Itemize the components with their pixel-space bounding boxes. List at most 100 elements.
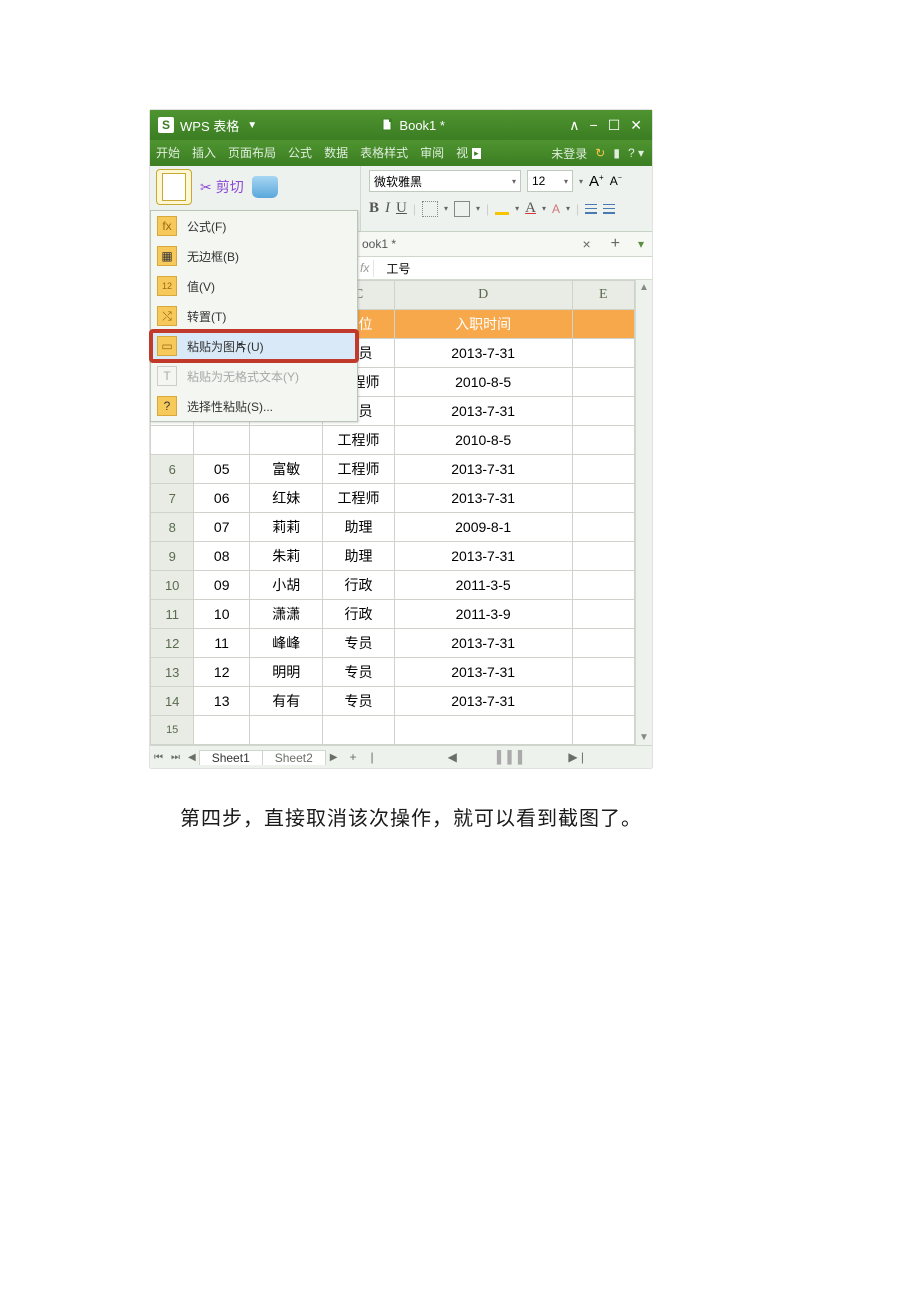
cell[interactable]: 2013-7-31 <box>394 397 572 426</box>
scroll-down-icon[interactable]: ▼ <box>639 732 649 743</box>
title-bar: S WPS 表格 ▼ Book1 * ∧ − ☐ ✕ <box>150 110 652 140</box>
table-row[interactable]: 807莉莉助理2009-8-1 <box>151 513 635 542</box>
paste-special-label: 选择性粘贴(S)... <box>187 398 273 415</box>
sheet-tab-bar: ⏮ ⏭ ◀ Sheet1 Sheet2 ▶ + | ◀ ▌▌▌ ▶ | <box>150 745 652 768</box>
menu-view[interactable]: 视 <box>450 140 474 166</box>
document-title: Book1 * <box>399 118 445 133</box>
sheet-nav-last-icon[interactable]: ⏭ <box>167 752 184 763</box>
table-row[interactable]: 1413有有专员2013-7-31 <box>151 687 635 716</box>
skin-icon[interactable]: ▮ <box>613 146 620 160</box>
close-icon[interactable]: ✕ <box>630 117 642 134</box>
merge-button[interactable] <box>454 201 470 217</box>
formula-value[interactable]: 工号 <box>373 260 422 277</box>
collapse-ribbon-icon[interactable]: ∧ <box>569 117 579 134</box>
vertical-scrollbar[interactable]: ▲ ▼ <box>635 280 652 745</box>
paste-as-picture-item[interactable]: ▭ 粘贴为图片(U) ↖ <box>151 331 357 361</box>
table-row[interactable]: 605富敏工程师2013-7-31 <box>151 455 635 484</box>
sync-icon[interactable]: ↻ <box>595 146 605 160</box>
picture-icon: ▭ <box>157 336 177 356</box>
increase-indent-icon[interactable] <box>603 204 615 214</box>
menu-formulas[interactable]: 公式 <box>282 140 318 166</box>
transpose-icon: ⤭ <box>157 306 177 326</box>
app-logo-icon: S <box>158 117 174 133</box>
paste-no-border-label: 无边框(B) <box>187 248 239 265</box>
restore-icon[interactable]: ☐ <box>608 117 621 134</box>
table-row[interactable]: 1312明明专员2013-7-31 <box>151 658 635 687</box>
document-icon <box>381 118 395 132</box>
scroll-up-icon[interactable]: ▲ <box>639 282 649 293</box>
cell[interactable]: 工程师 <box>323 426 394 455</box>
bold-button[interactable]: B <box>369 200 379 217</box>
cut-label: 剪切 <box>216 177 244 197</box>
cell[interactable]: 2013-7-31 <box>394 339 572 368</box>
cell[interactable]: 2010-8-5 <box>394 368 572 397</box>
menu-home[interactable]: 开始 <box>150 140 186 166</box>
sheet-nav-first-icon[interactable]: ⏮ <box>150 752 167 763</box>
expand-panel-icon[interactable]: ▾ <box>630 237 652 251</box>
formula-icon: fx <box>157 216 177 236</box>
font-size-value: 12 <box>532 174 545 188</box>
close-tab-icon[interactable]: × <box>572 236 600 252</box>
paste-transpose-item[interactable]: ⤭ 转置(T) <box>151 301 357 331</box>
cell[interactable]: 2010-8-5 <box>394 426 572 455</box>
col-header-e[interactable]: E <box>572 281 634 310</box>
menu-table-style[interactable]: 表格样式 <box>354 140 414 166</box>
col-header-d[interactable]: D <box>394 281 572 310</box>
text-icon: T <box>157 366 177 386</box>
app-menu-dropdown[interactable]: ▼ <box>247 120 257 131</box>
hscroll-thumb[interactable]: ▌▌▌ <box>497 750 529 764</box>
document-tab[interactable]: ook1 * <box>356 237 402 251</box>
menu-review[interactable]: 审阅 <box>414 140 450 166</box>
menu-insert[interactable]: 插入 <box>186 140 222 166</box>
paste-special-icon: ? <box>157 396 177 416</box>
menu-page-layout[interactable]: 页面布局 <box>222 140 282 166</box>
font-name-value: 微软雅黑 <box>374 173 422 190</box>
wps-spreadsheet-window: S WPS 表格 ▼ Book1 * ∧ − ☐ ✕ 开始 插入 页面布局 公式 <box>150 110 652 768</box>
font-name-select[interactable]: 微软雅黑▾ <box>369 170 521 192</box>
sheet-tab[interactable]: Sheet2 <box>262 750 326 765</box>
table-row[interactable]: 工程师 2010-8-5 <box>151 426 635 455</box>
format-painter-icon[interactable] <box>252 176 278 198</box>
font-size-select[interactable]: 12▾ <box>527 170 573 192</box>
new-tab-icon[interactable]: + <box>601 235 630 253</box>
hscroll-right-icon[interactable]: ▶ | <box>568 750 584 764</box>
help-icon[interactable]: ? ▾ <box>628 146 644 160</box>
hscroll-left-icon[interactable]: ◀ <box>448 750 457 764</box>
add-sheet-icon[interactable]: + <box>342 750 365 764</box>
italic-button[interactable]: I <box>385 200 390 217</box>
paste-no-border-item[interactable]: ▦ 无边框(B) <box>151 241 357 271</box>
font-color-button[interactable]: A <box>525 200 536 217</box>
menu-more-badge[interactable]: ▸ <box>472 148 481 159</box>
fx-icon[interactable]: fx <box>356 261 373 275</box>
sheet-tab[interactable]: Sheet1 <box>199 750 263 765</box>
minimize-icon[interactable]: − <box>590 117 598 134</box>
increase-font-icon[interactable]: A+ <box>589 173 604 190</box>
paste-formula-label: 公式(F) <box>187 218 226 235</box>
paste-special-item[interactable]: ? 选择性粘贴(S)... <box>151 391 357 421</box>
decrease-indent-icon[interactable] <box>585 204 597 214</box>
table-row[interactable]: 15 <box>151 716 635 745</box>
clear-format-button[interactable]: A <box>552 202 560 216</box>
table-row[interactable]: 706红妹工程师2013-7-31 <box>151 484 635 513</box>
menu-bar: 开始 插入 页面布局 公式 数据 表格样式 审阅 视 ▸ 未登录 ↻ ▮ ? ▾ <box>150 140 652 166</box>
paste-value-item[interactable]: 12 值(V) <box>151 271 357 301</box>
fill-color-button[interactable] <box>495 202 509 215</box>
table-row[interactable]: 1211峰峰专员2013-7-31 <box>151 629 635 658</box>
app-name: WPS 表格 <box>180 116 239 135</box>
paste-plain-text-label: 粘贴为无格式文本(Y) <box>187 368 299 385</box>
paste-value-label: 值(V) <box>187 278 215 295</box>
table-row[interactable]: 908朱莉助理2013-7-31 <box>151 542 635 571</box>
menu-data[interactable]: 数据 <box>318 140 354 166</box>
table-row[interactable]: 1009小胡行政2011-3-5 <box>151 571 635 600</box>
no-border-icon: ▦ <box>157 246 177 266</box>
table-row[interactable]: 1110潇潇行政2011-3-9 <box>151 600 635 629</box>
decrease-font-icon[interactable]: A− <box>610 174 622 188</box>
login-status[interactable]: 未登录 <box>551 145 587 162</box>
paste-button[interactable] <box>156 169 192 205</box>
underline-button[interactable]: U <box>396 200 407 217</box>
sheet-nav-next-icon[interactable]: ▶ <box>326 752 342 763</box>
border-button[interactable] <box>422 201 438 217</box>
cut-button[interactable]: ✂ 剪切 <box>200 177 244 197</box>
sheet-nav-prev-icon[interactable]: ◀ <box>184 752 200 763</box>
paste-formula-item[interactable]: fx 公式(F) <box>151 211 357 241</box>
